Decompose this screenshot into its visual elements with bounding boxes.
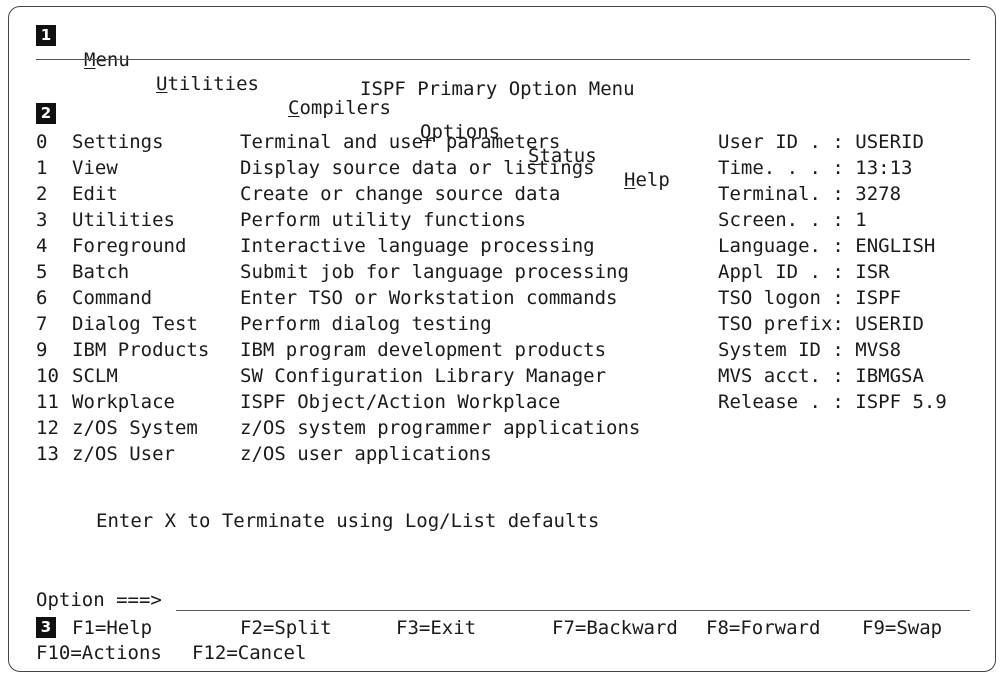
- fkey-f10-actions[interactable]: F10=Actions: [36, 641, 162, 665]
- fkey-f3-exit[interactable]: F3=Exit: [396, 616, 476, 640]
- info-terminal: Terminal. : 3278: [718, 183, 902, 205]
- fkey-f7-backward[interactable]: F7=Backward: [552, 616, 678, 640]
- callout-marker-1: 1: [36, 25, 56, 46]
- info-tso-prefix: TSO prefix: USERID: [718, 313, 924, 335]
- fkey-f12-cancel[interactable]: F12=Cancel: [192, 641, 306, 665]
- fkey-f8-forward[interactable]: F8=Forward: [706, 616, 820, 640]
- option-row[interactable]: 12 z/OS System z/OS system programmer appl…: [36, 416, 976, 440]
- terminate-hint: Enter X to Terminate using Log/List defa…: [96, 510, 600, 532]
- option-row[interactable]: 13 z/OS User z/OS user applications: [36, 442, 976, 466]
- info-release: Release . : ISPF 5.9: [718, 391, 947, 413]
- option-command-input[interactable]: [176, 588, 966, 610]
- info-appl-id: Appl ID . : ISR: [718, 261, 890, 283]
- fkey-f9-swap[interactable]: F9=Swap: [862, 616, 942, 640]
- menu-menu[interactable]: Menu: [84, 48, 130, 72]
- info-screen: Screen. . : 1: [718, 209, 867, 231]
- fkey-f1-help[interactable]: F1=Help: [72, 616, 152, 640]
- info-tso-logon: TSO logon : ISPF: [718, 287, 902, 309]
- command-underline: [176, 610, 970, 611]
- menu-bar-separator: [36, 59, 970, 60]
- fkey-f2-split[interactable]: F2=Split: [240, 616, 332, 640]
- info-language: Language. : ENGLISH: [718, 235, 936, 257]
- callout-marker-2: 2: [36, 103, 56, 124]
- panel-title: ISPF Primary Option Menu: [360, 78, 635, 100]
- info-mvs-acct: MVS acct. : IBMGSA: [718, 365, 924, 387]
- info-time: Time. . . : 13:13: [718, 157, 913, 179]
- command-label: Option ===>: [36, 589, 162, 611]
- menu-utilities[interactable]: Utilities: [156, 72, 259, 96]
- info-user-id: User ID . : USERID: [718, 131, 924, 153]
- callout-marker-3: 3: [36, 617, 56, 638]
- info-system-id: System ID : MVS8: [718, 339, 902, 361]
